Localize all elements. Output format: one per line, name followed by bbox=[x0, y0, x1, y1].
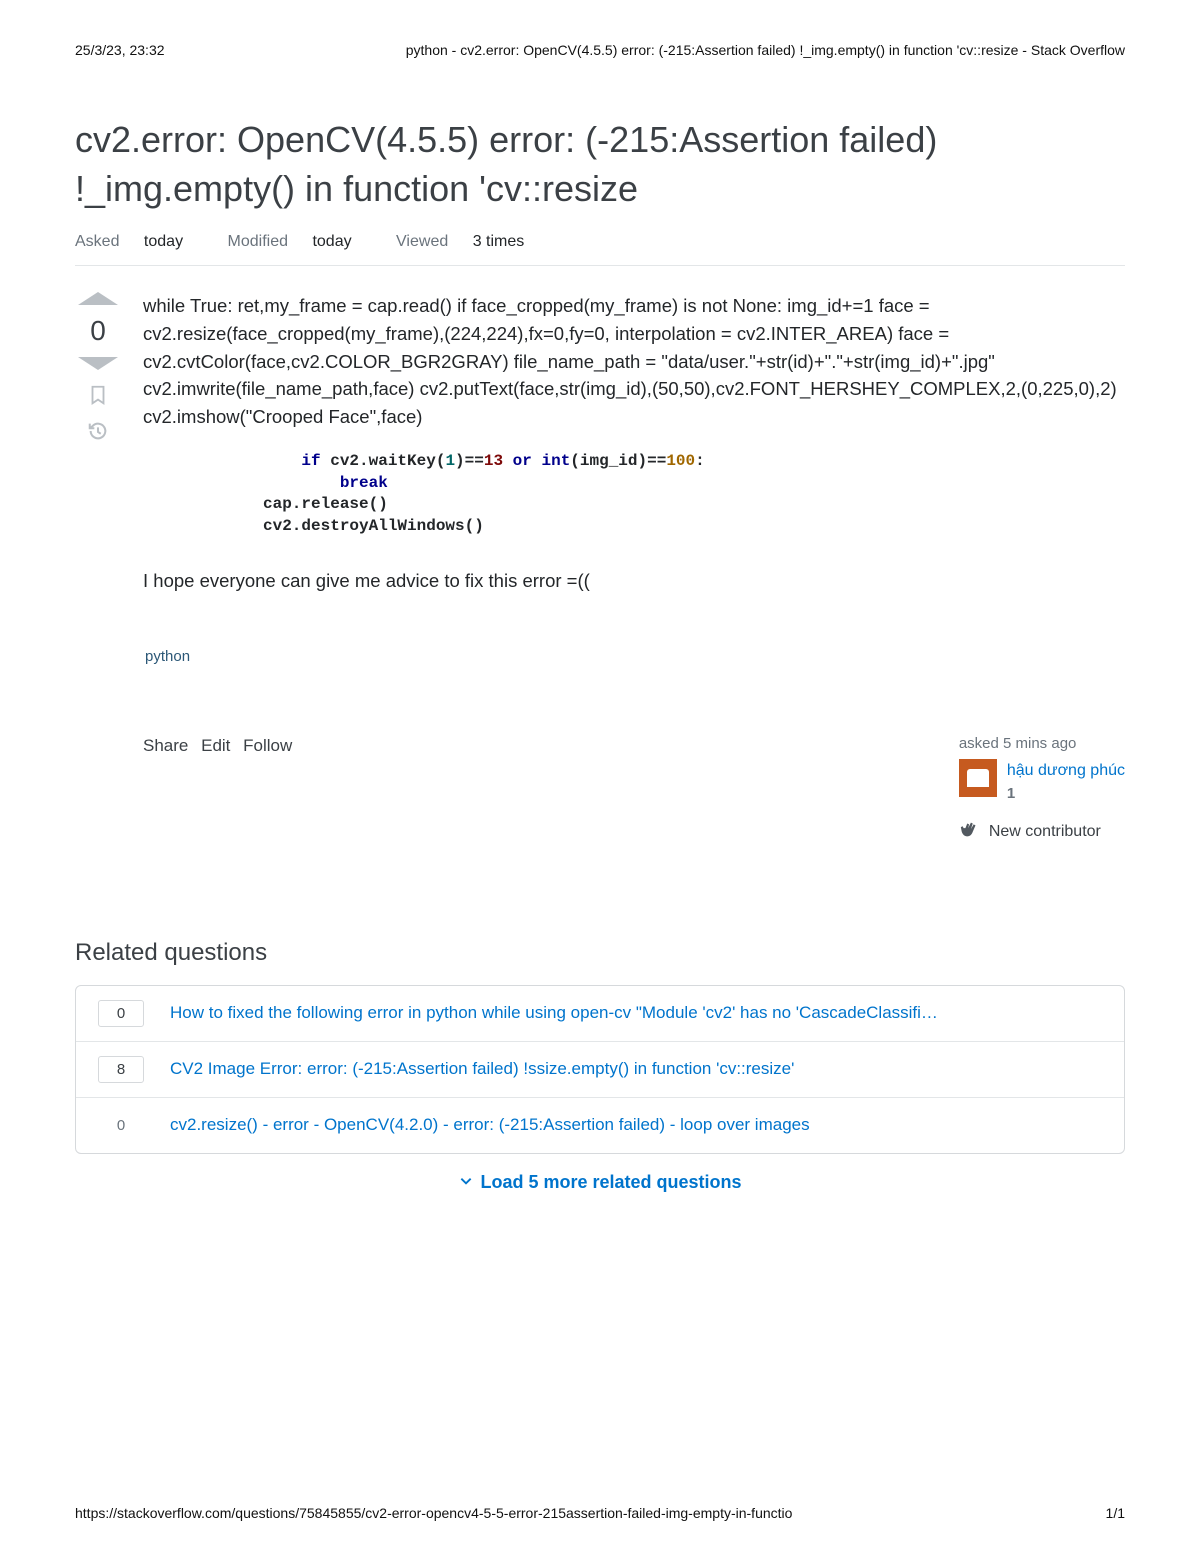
modified-label: Modified bbox=[228, 233, 288, 251]
asked-value: today bbox=[144, 233, 183, 251]
downvote-button[interactable] bbox=[78, 357, 118, 370]
modified-value: today bbox=[312, 233, 351, 251]
related-score: 8 bbox=[98, 1056, 144, 1083]
new-contributor-label: New contributor bbox=[989, 820, 1101, 844]
hand-wave-icon bbox=[959, 816, 981, 849]
bookmark-icon[interactable] bbox=[75, 384, 121, 406]
code-block: if cv2.waitKey(1)==13 or int(img_id)==10… bbox=[263, 451, 1125, 537]
tag-python[interactable]: python bbox=[143, 642, 192, 673]
history-icon[interactable] bbox=[75, 420, 121, 442]
owner-username[interactable]: hậu dương phúc bbox=[1007, 759, 1125, 783]
question-title: cv2.error: OpenCV(4.5.5) error: (-215:As… bbox=[75, 116, 1125, 213]
tags: python bbox=[143, 641, 1125, 673]
related-link[interactable]: How to fixed the following error in pyth… bbox=[170, 1003, 938, 1023]
related-questions: 0 How to fixed the following error in py… bbox=[75, 985, 1125, 1154]
owner-card: asked 5 mins ago hậu dương phúc 1 New co… bbox=[959, 733, 1125, 849]
related-score: 0 bbox=[98, 1112, 144, 1139]
related-title: Related questions bbox=[75, 939, 1125, 967]
related-score: 0 bbox=[98, 1000, 144, 1027]
print-timestamp: 25/3/23, 23:32 bbox=[75, 42, 165, 58]
question-paragraph-1: while True: ret,my_frame = cap.read() if… bbox=[143, 292, 1125, 431]
avatar[interactable] bbox=[959, 759, 997, 797]
post-actions: Share Edit Follow bbox=[143, 733, 300, 849]
question-paragraph-2: I hope everyone can give me advice to fi… bbox=[143, 567, 1125, 595]
related-item[interactable]: 0 cv2.resize() - error - OpenCV(4.2.0) -… bbox=[76, 1098, 1124, 1153]
chevron-down-icon bbox=[458, 1174, 474, 1195]
follow-link[interactable]: Follow bbox=[243, 736, 292, 755]
share-link[interactable]: Share bbox=[143, 736, 188, 755]
print-header: 25/3/23, 23:32 python - cv2.error: OpenC… bbox=[75, 42, 1125, 58]
print-page-number: 1/1 bbox=[1106, 1505, 1125, 1521]
vote-column: 0 bbox=[75, 292, 121, 938]
question-meta: Asked today Modified today Viewed 3 time… bbox=[75, 233, 1125, 266]
viewed-label: Viewed bbox=[396, 233, 448, 251]
print-footer: https://stackoverflow.com/questions/7584… bbox=[75, 1505, 1125, 1521]
owner-reputation: 1 bbox=[1007, 783, 1125, 806]
print-url: https://stackoverflow.com/questions/7584… bbox=[75, 1505, 792, 1521]
load-more-related[interactable]: Load 5 more related questions bbox=[75, 1172, 1125, 1193]
edit-link[interactable]: Edit bbox=[201, 736, 230, 755]
asked-label: Asked bbox=[75, 233, 119, 251]
asked-time: asked 5 mins ago bbox=[959, 733, 1125, 756]
related-item[interactable]: 0 How to fixed the following error in py… bbox=[76, 986, 1124, 1042]
related-link[interactable]: cv2.resize() - error - OpenCV(4.2.0) - e… bbox=[170, 1115, 810, 1135]
related-link[interactable]: CV2 Image Error: error: (-215:Assertion … bbox=[170, 1059, 794, 1079]
vote-count: 0 bbox=[75, 315, 121, 347]
upvote-button[interactable] bbox=[78, 292, 118, 305]
related-item[interactable]: 8 CV2 Image Error: error: (-215:Assertio… bbox=[76, 1042, 1124, 1098]
print-title: python - cv2.error: OpenCV(4.5.5) error:… bbox=[406, 42, 1125, 58]
viewed-value: 3 times bbox=[473, 233, 525, 251]
post-body: while True: ret,my_frame = cap.read() if… bbox=[143, 292, 1125, 938]
